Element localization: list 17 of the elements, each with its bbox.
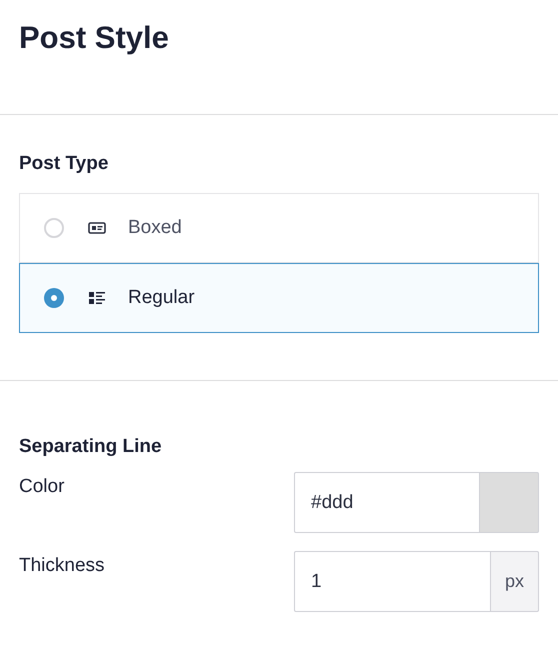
list-layout-icon [88, 291, 106, 305]
option-label: Boxed [128, 217, 182, 239]
field-label: Color [19, 475, 64, 499]
radio-button[interactable] [44, 288, 64, 308]
color-swatch[interactable] [480, 472, 539, 533]
unit-label: px [491, 551, 539, 612]
card-layout-icon [88, 221, 106, 235]
panel-title: Post Style [18, 19, 170, 57]
section-heading: Separating Line [19, 436, 163, 458]
post-type-option[interactable]: Boxed [19, 193, 539, 263]
thickness-input[interactable]: 1 [294, 551, 491, 612]
option-label: Regular [128, 287, 195, 309]
field-label: Thickness [19, 554, 105, 578]
radio-button[interactable] [44, 218, 64, 238]
section-heading: Post Type [19, 153, 110, 175]
color-input[interactable]: #ddd [294, 472, 480, 533]
post-type-option[interactable]: Regular [19, 263, 539, 333]
